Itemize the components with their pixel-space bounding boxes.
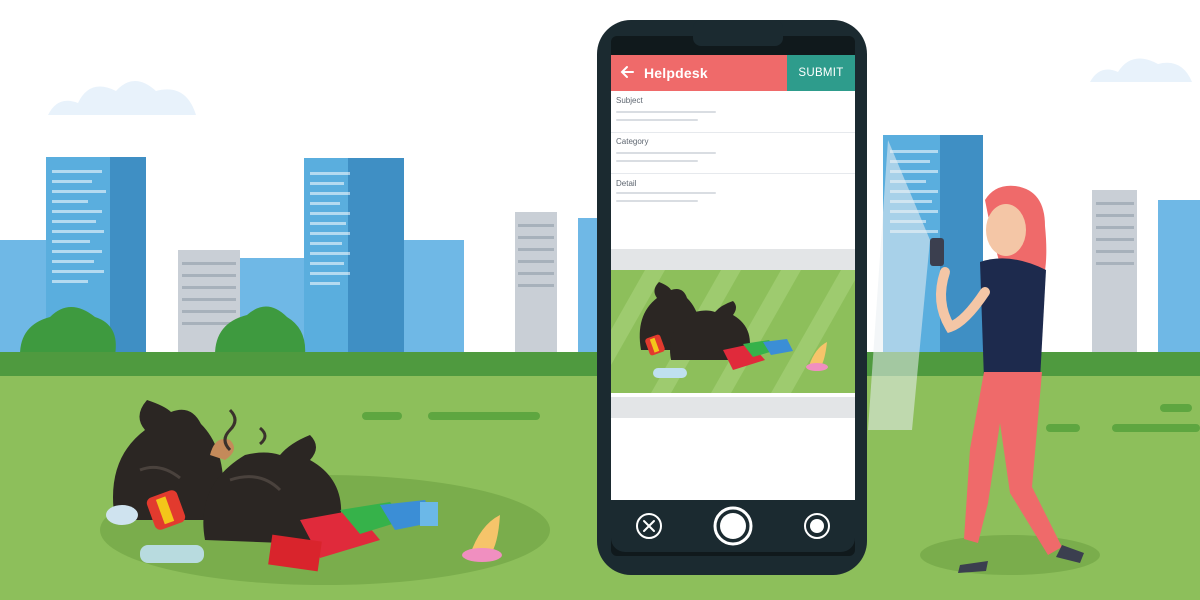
field-placeholder-line — [616, 111, 716, 113]
field-placeholder-line — [616, 192, 716, 194]
field-label: Category — [616, 137, 649, 146]
close-circle-icon[interactable] — [635, 512, 663, 540]
captured-photo[interactable] — [611, 270, 855, 393]
arrow-left-icon[interactable] — [619, 63, 637, 81]
app-title: Helpdesk — [644, 65, 708, 81]
form-field-detail[interactable]: Detail — [611, 174, 855, 248]
form-field-category[interactable]: Category — [611, 133, 855, 173]
field-placeholder-line — [616, 200, 698, 202]
camera-controls — [611, 500, 855, 552]
bushes — [20, 306, 306, 355]
submit-button[interactable]: SUBMIT — [787, 55, 855, 91]
background-illustration — [0, 20, 1200, 600]
form-field-subject[interactable]: Subject — [611, 91, 855, 132]
field-placeholder-line — [616, 152, 716, 154]
field-label: Detail — [616, 179, 637, 188]
shutter-button-icon[interactable] — [713, 506, 753, 546]
field-placeholder-line — [616, 119, 698, 121]
field-label: Subject — [616, 96, 643, 105]
photo-top-band — [611, 249, 855, 270]
app-bar: Helpdesk SUBMIT — [611, 55, 855, 91]
record-icon[interactable] — [803, 512, 831, 540]
photo-bottom-band — [611, 397, 855, 418]
phone-screen: Helpdesk SUBMIT Subject Category Detail — [611, 55, 855, 500]
field-placeholder-line — [616, 160, 698, 162]
